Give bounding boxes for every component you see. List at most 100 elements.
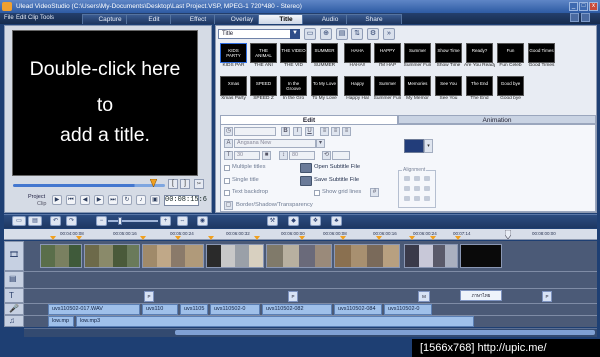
grid-settings-icon[interactable]: #: [370, 188, 379, 197]
font-select[interactable]: Angsana New: [234, 139, 316, 148]
timeline-view-icon[interactable]: ▤: [28, 216, 42, 226]
minimize-button[interactable]: _: [569, 2, 578, 11]
title-preset-thumb[interactable]: Summer Summer Fun: [404, 43, 431, 72]
overlay-track[interactable]: [24, 271, 597, 288]
voice-clip[interactable]: uvs110502-0: [210, 304, 260, 315]
menu-edit[interactable]: Edit: [16, 13, 26, 24]
title-preset-thumb[interactable]: HAPPY I'M HAP: [374, 43, 401, 72]
title-track-header[interactable]: [4, 288, 24, 303]
options-tab-animation[interactable]: Animation: [398, 115, 596, 124]
zoom-slider-handle[interactable]: [118, 217, 122, 225]
gallery-category-select[interactable]: Title: [218, 29, 300, 39]
underline-button[interactable]: U: [305, 127, 314, 136]
voice-clip[interactable]: uvs110502-082: [262, 304, 332, 315]
title-preset-thumb[interactable]: Good bye Good bye: [497, 76, 524, 105]
scrub-bar[interactable]: [13, 184, 165, 187]
title-clip[interactable]: P: [144, 291, 154, 302]
chevron-down-icon[interactable]: ▼: [290, 29, 300, 39]
align-bottom-center-button[interactable]: [414, 196, 420, 201]
previous-frame-icon[interactable]: ◀: [80, 195, 90, 205]
track-manager-icon[interactable]: ❖: [310, 216, 321, 226]
line-spacing-select[interactable]: 80: [289, 151, 315, 160]
title-clip-selected[interactable]: ภาษาไทย: [460, 290, 502, 301]
menu-tools[interactable]: Tools: [40, 13, 54, 24]
title-clip[interactable]: P: [288, 291, 298, 302]
video-clip[interactable]: [266, 244, 332, 268]
play-icon[interactable]: ▶: [52, 195, 62, 205]
duration-field[interactable]: [234, 127, 276, 136]
align-bottom-left-button[interactable]: [404, 196, 410, 201]
options-tab-edit[interactable]: Edit: [220, 115, 398, 124]
title-preset-thumb[interactable]: Ready?Are You Ready?: [464, 43, 495, 72]
title-preset-thumb[interactable]: HAHA HAHA!!: [344, 43, 371, 72]
library-view-icon[interactable]: ▤: [336, 28, 348, 40]
video-clip[interactable]: [460, 244, 502, 268]
menu-clip[interactable]: Clip: [28, 13, 38, 24]
video-clip[interactable]: [142, 244, 204, 268]
zoom-out-icon[interactable]: −: [96, 216, 107, 226]
title-track[interactable]: [24, 288, 597, 303]
expand-library-icon[interactable]: »: [383, 28, 395, 40]
video-clip[interactable]: [404, 244, 458, 268]
bold-button[interactable]: B: [281, 127, 290, 136]
title-preset-thumb[interactable]: KIDS PARTY KIDS PAR: [220, 43, 247, 72]
align-top-right-button[interactable]: [424, 176, 430, 181]
insert-media-icon[interactable]: ♣: [331, 216, 342, 226]
next-frame-icon[interactable]: ▶: [94, 195, 104, 205]
align-top-center-button[interactable]: [414, 176, 420, 181]
title-preset-thumb[interactable]: Good Times Good Times: [528, 43, 555, 72]
align-left-icon[interactable]: ≡: [320, 127, 329, 136]
color-picker-icon[interactable]: ■: [262, 151, 271, 160]
zoom-slider[interactable]: [108, 220, 158, 222]
align-top-left-button[interactable]: [404, 176, 410, 181]
split-clip-icon[interactable]: ✂: [194, 179, 204, 189]
chevron-down-icon[interactable]: ▾: [424, 139, 433, 153]
maximize-button[interactable]: □: [579, 2, 588, 11]
rotate-field[interactable]: [332, 151, 350, 160]
library-folder-icon[interactable]: ▭: [304, 28, 316, 40]
title-clip[interactable]: M: [418, 291, 430, 302]
italic-button[interactable]: I: [293, 127, 302, 136]
mark-out-button[interactable]: ]: [180, 179, 190, 189]
end-icon[interactable]: ⏭: [108, 195, 118, 205]
title-preset-thumb[interactable]: See You See You: [435, 76, 462, 105]
title-preset-thumb[interactable]: Memories My Memor: [404, 76, 431, 105]
title-preset-thumb[interactable]: Fun Fun Celeb: [497, 43, 524, 72]
single-title-radio[interactable]: [224, 178, 230, 184]
library-import-icon[interactable]: ⊕: [320, 28, 332, 40]
voice-clip[interactable]: uvs110502-0: [384, 304, 432, 315]
title-preset-thumb[interactable]: Happy Happy Hal: [344, 76, 371, 105]
clip-mode-label[interactable]: Clip: [37, 201, 46, 207]
library-sort-icon[interactable]: ⇅: [351, 28, 363, 40]
step-tab-share[interactable]: Share: [346, 14, 402, 24]
timeline-playhead[interactable]: [505, 230, 511, 239]
volume-icon[interactable]: ♪: [136, 195, 146, 205]
chevron-down-icon[interactable]: ▾: [316, 139, 325, 148]
close-button[interactable]: x: [589, 2, 598, 11]
voice-clip[interactable]: uvs110502-084: [334, 304, 382, 315]
music-clip[interactable]: low.mp3: [76, 316, 474, 327]
title-preset-thumb[interactable]: In the Groove In the Gro: [280, 76, 307, 105]
title-preset-thumb[interactable]: To My Love To My Love: [311, 76, 338, 105]
timecode-field[interactable]: 00:08:15:6: [164, 195, 207, 206]
menu-file[interactable]: File: [4, 13, 14, 24]
save-subtitle-button[interactable]: Save Subtitle File: [314, 177, 359, 183]
settings-icon[interactable]: [581, 13, 590, 22]
font-size-select[interactable]: 30: [234, 151, 260, 160]
title-preset-thumb[interactable]: THE VIDEO THE VID: [280, 43, 307, 72]
align-center-icon[interactable]: ≡: [331, 127, 340, 136]
redo-icon[interactable]: ↷: [66, 216, 77, 226]
title-preset-thumb[interactable]: THE ANIMAL THE ANI: [250, 43, 277, 72]
mark-in-button[interactable]: [: [168, 179, 178, 189]
align-middle-left-button[interactable]: [404, 186, 410, 191]
open-subtitle-icon[interactable]: [300, 163, 312, 173]
title-preset-thumb[interactable]: SUMMER SUMMER: [311, 43, 338, 72]
storyboard-view-icon[interactable]: ▭: [12, 216, 26, 226]
batch-convert-icon[interactable]: ⚒: [267, 216, 278, 226]
enlarge-preview-icon[interactable]: ▣: [150, 195, 160, 205]
chapter-point-icon[interactable]: ◆: [288, 216, 299, 226]
border-shadow-button[interactable]: Border/Shadow/Transparency: [236, 202, 313, 208]
text-backdrop-checkbox[interactable]: [224, 190, 230, 196]
align-right-icon[interactable]: ≡: [342, 127, 351, 136]
save-subtitle-icon[interactable]: [300, 176, 312, 186]
